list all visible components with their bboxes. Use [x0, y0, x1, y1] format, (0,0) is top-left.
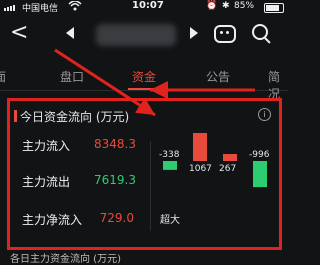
bar-label-3: -996: [249, 150, 270, 160]
tab-pankou[interactable]: 盘口: [60, 68, 84, 85]
row-value-inflow: 8348.3: [94, 137, 136, 151]
tab-bar: 面 盘口 资金 公告 简况: [0, 62, 288, 101]
divider: [150, 141, 151, 231]
search-icon[interactable]: [252, 24, 268, 40]
bar-3: [253, 161, 267, 188]
stock-title-blurred: [96, 24, 176, 46]
bar-0: [163, 161, 177, 170]
tab-zijin[interactable]: 资金: [132, 68, 156, 85]
row-label-outflow: 主力流出: [22, 175, 71, 189]
tab-partial-left[interactable]: 面: [0, 68, 6, 85]
panel-title: 今日资金流向 (万元): [14, 108, 130, 125]
row-label-net: 主力净流入: [22, 213, 83, 227]
status-bar: 中国电信 10:07 ⏰ ✱ 85%: [0, 0, 288, 14]
wifi-icon: [68, 0, 82, 14]
row-label-inflow: 主力流入: [22, 139, 71, 153]
signal-icon: [4, 3, 18, 11]
previous-stock-button[interactable]: [66, 27, 74, 39]
bar-label-2: 267: [219, 164, 236, 174]
row-value-outflow: 7619.3: [94, 173, 136, 187]
chart-bottom-label: 超大: [160, 215, 180, 226]
back-button[interactable]: <: [10, 20, 28, 45]
tab-gonggao[interactable]: 公告: [206, 68, 230, 85]
fund-flow-panel: 今日资金流向 (万元) i 主力流入 8348.3 主力流出 7619.3 主力…: [7, 98, 282, 250]
bar-label-1: 1067: [189, 164, 212, 174]
bar-2: [223, 153, 237, 161]
battery-icon: [264, 3, 284, 13]
row-value-net: 729.0: [99, 211, 134, 225]
panel-title-text: 今日资金流向 (万元): [20, 110, 130, 124]
battery-percent: 85%: [234, 1, 255, 11]
top-nav: <: [0, 16, 288, 54]
info-icon[interactable]: i: [258, 108, 271, 121]
next-stock-button[interactable]: [190, 27, 198, 39]
carrier-label: 中国电信: [22, 4, 59, 14]
bar-label-0: -338: [159, 150, 180, 160]
robot-icon[interactable]: [214, 25, 236, 43]
bar-1: [193, 133, 207, 161]
tab-jiankuang[interactable]: 简况: [268, 68, 288, 102]
title-accent-bar: [14, 110, 17, 122]
status-time: 10:07: [132, 0, 164, 11]
alarm-icon: ⏰: [206, 1, 218, 11]
active-tab-indicator: [128, 88, 162, 90]
bluetooth-icon: ✱: [222, 1, 230, 11]
